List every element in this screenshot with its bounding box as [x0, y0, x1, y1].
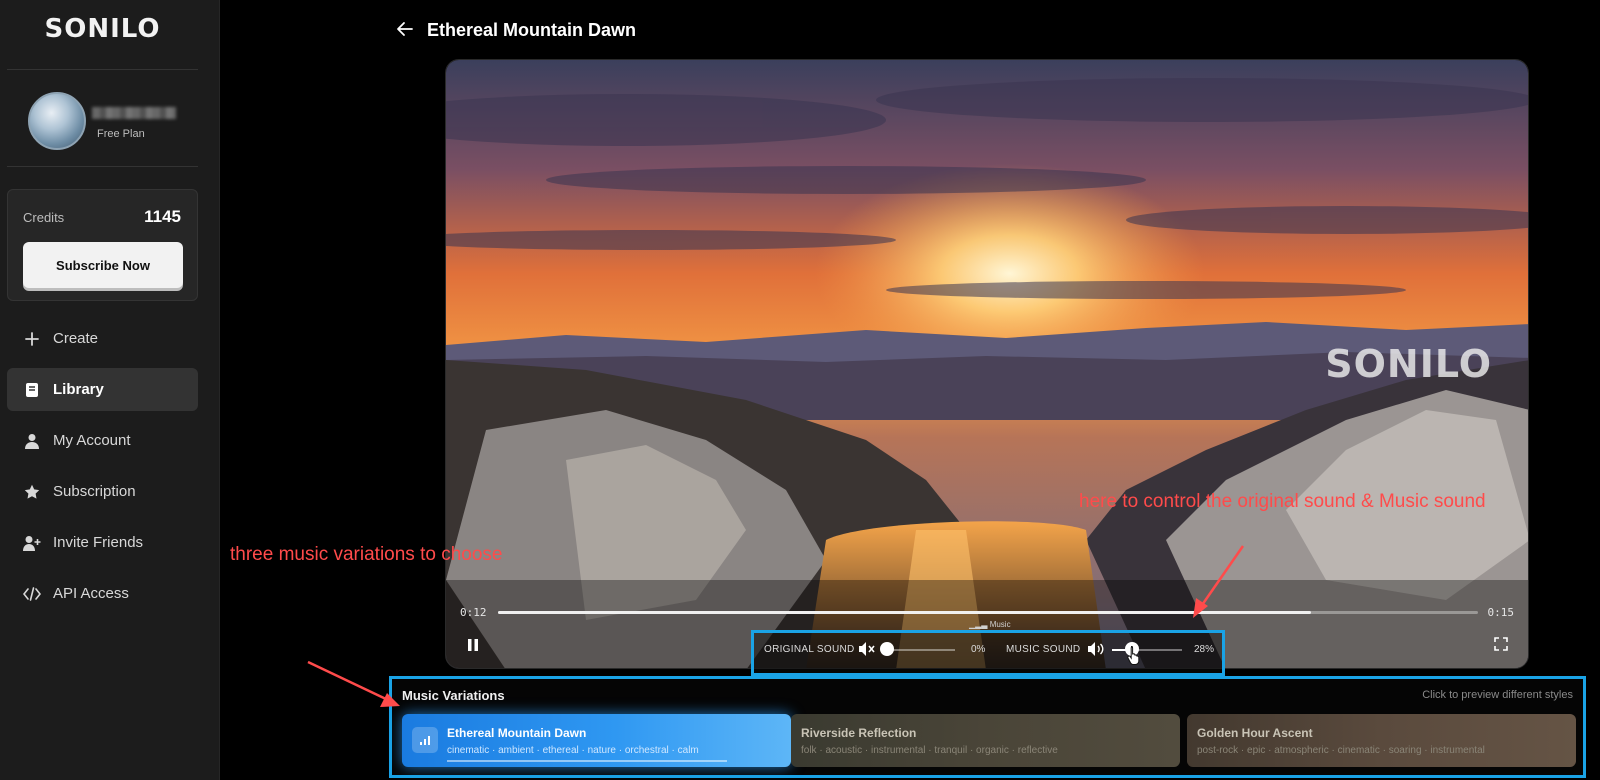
user-name-redacted — [92, 107, 176, 119]
fullscreen-button[interactable] — [1494, 637, 1508, 656]
annotation-sound-note: here to control the original sound & Mus… — [1079, 491, 1486, 512]
sound-controls: ORIGINAL SOUND 0% MUSIC SOUND 28% — [751, 630, 1225, 676]
hand-cursor-icon — [1127, 645, 1141, 670]
sidebar-item-label: Create — [53, 330, 99, 347]
variation-name: Golden Hour Ascent — [1197, 726, 1313, 740]
progress-bar[interactable] — [498, 611, 1478, 614]
sidebar-item-subscription[interactable]: Subscription — [7, 470, 198, 513]
variation-name: Ethereal Mountain Dawn — [447, 726, 587, 740]
sidebar-item-label: Subscription — [53, 483, 136, 500]
pause-icon — [468, 639, 478, 651]
original-sound-thumb[interactable] — [880, 642, 894, 656]
credits-value: 1145 — [144, 207, 181, 226]
pause-button[interactable] — [466, 637, 480, 658]
equalizer-icon — [412, 727, 438, 753]
avatar[interactable] — [28, 92, 86, 150]
book-icon — [23, 382, 41, 398]
variation-tags: cinematic · ambient · ethereal · nature … — [447, 745, 699, 756]
music-sound-label: MUSIC SOUND — [1006, 644, 1081, 655]
credits-label: Credits — [23, 210, 65, 225]
sidebar: SONILO Free Plan Credits 1145 Subscribe … — [0, 0, 220, 780]
variations-title: Music Variations — [402, 688, 505, 703]
variation-tags: folk · acoustic · instrumental · tranqui… — [801, 745, 1058, 756]
plan-label: Free Plan — [97, 128, 145, 140]
user-icon — [23, 433, 41, 449]
variation-tags: post-rock · epic · atmospheric · cinemat… — [1197, 745, 1485, 756]
music-variations-panel: Music Variations Click to preview differ… — [389, 676, 1586, 778]
sidebar-item-api-access[interactable]: API Access — [7, 572, 198, 615]
original-sound-value: 0% — [971, 644, 986, 655]
progress-fill — [498, 611, 1312, 614]
mute-icon[interactable] — [858, 641, 876, 662]
variation-progress — [447, 760, 727, 762]
app-logo[interactable]: SONILO — [0, 14, 205, 44]
music-sound-slider[interactable] — [1112, 649, 1182, 651]
sidebar-item-label: Invite Friends — [53, 534, 144, 551]
variation-card-ethereal-mountain-dawn[interactable]: Ethereal Mountain Dawn cinematic · ambie… — [402, 714, 791, 767]
sidebar-item-invite-friends[interactable]: Invite Friends — [7, 521, 198, 564]
subscribe-now-button[interactable]: Subscribe Now — [23, 242, 183, 288]
sidebar-item-library[interactable]: Library — [7, 368, 198, 411]
plus-icon — [23, 331, 41, 346]
sidebar-item-label: My Account — [53, 432, 131, 449]
volume-icon[interactable] — [1087, 641, 1105, 662]
video-player[interactable]: SONILO 0:12 0:15 ▁▂▃ Music — [445, 59, 1529, 669]
music-tag: ▁▂▃ Music — [969, 620, 1011, 629]
back-arrow-icon[interactable] — [396, 20, 414, 43]
sidebar-item-label: Library — [53, 381, 104, 398]
original-sound-label: ORIGINAL SOUND — [764, 644, 855, 655]
original-sound-slider[interactable] — [887, 649, 955, 651]
total-time: 0:15 — [1487, 606, 1515, 619]
sidebar-item-my-account[interactable]: My Account — [7, 419, 198, 462]
sidebar-item-label: API Access — [53, 585, 129, 602]
watermark-logo: SONILO — [1325, 342, 1492, 386]
variation-card-riverside-reflection[interactable]: Riverside Reflection folk · acoustic · i… — [791, 714, 1180, 767]
sidebar-divider — [7, 166, 198, 167]
music-sound-value: 28% — [1194, 644, 1215, 655]
variation-card-golden-hour-ascent[interactable]: Golden Hour Ascent post-rock · epic · at… — [1187, 714, 1576, 767]
music-tag-label: Music — [989, 620, 1011, 629]
sidebar-divider — [7, 69, 198, 70]
credits-card: Credits 1145 Subscribe Now — [7, 189, 198, 301]
sidebar-item-create[interactable]: Create — [7, 317, 198, 360]
star-icon — [23, 484, 41, 500]
music-bars-icon: ▁▂▃ — [969, 620, 990, 629]
variations-hint: Click to preview different styles — [1422, 689, 1573, 701]
annotation-variations-note: three music variations to choose — [230, 544, 503, 565]
current-time: 0:12 — [460, 606, 487, 619]
fullscreen-icon — [1494, 637, 1508, 651]
variation-name: Riverside Reflection — [801, 726, 917, 740]
page-title: Ethereal Mountain Dawn — [427, 20, 637, 40]
code-icon — [23, 586, 41, 601]
user-plus-icon — [23, 535, 41, 551]
